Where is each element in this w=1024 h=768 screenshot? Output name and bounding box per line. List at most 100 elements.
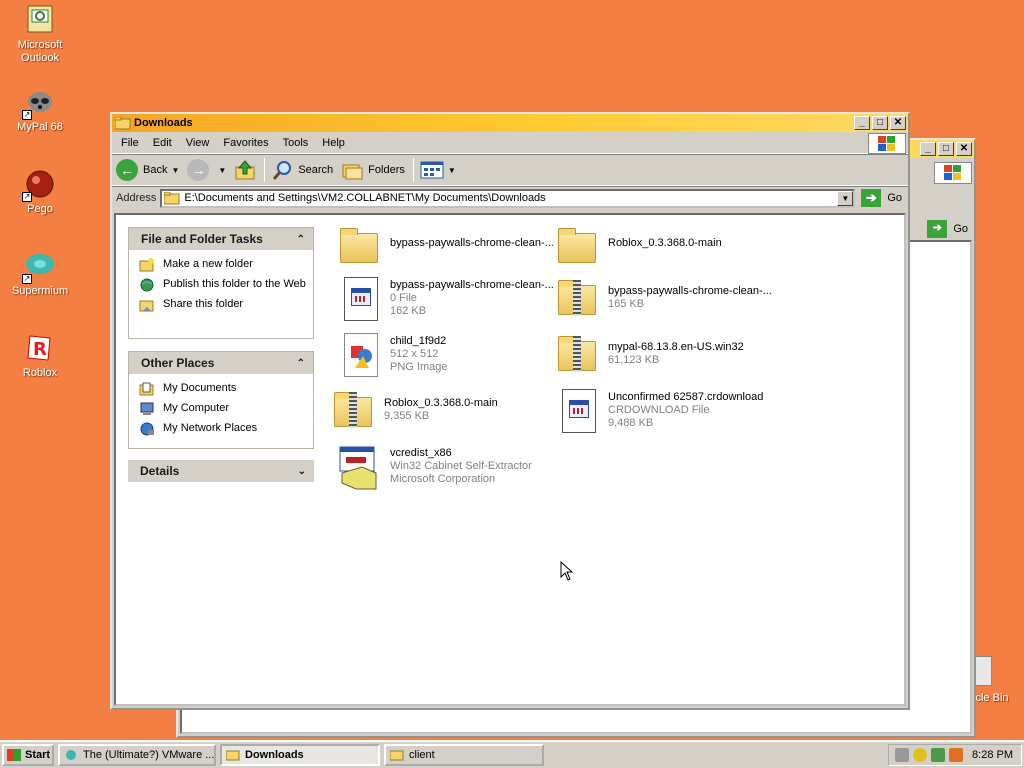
start-button[interactable]: Start [2, 744, 54, 766]
standard-toolbar: ← Back ▼ → ▼ Search Folders ▼ [112, 154, 908, 186]
taskbar-button-client[interactable]: client [384, 744, 544, 766]
desktop-icon-pego[interactable]: ↗ Pego [4, 168, 76, 216]
make-new-folder-link[interactable]: Make a new folder [139, 258, 307, 272]
zip-folder-icon [554, 275, 602, 323]
network-places-icon [140, 422, 154, 436]
file-item[interactable]: Roblox_0.3.368.0-main 9,355 KB [330, 387, 550, 435]
mouse-cursor-icon [560, 561, 574, 581]
png-image-icon [336, 331, 384, 379]
my-computer-icon [140, 402, 154, 415]
address-input[interactable]: E:\Documents and Settings\VM2.COLLABNET\… [160, 188, 856, 208]
search-tray-icon[interactable] [949, 748, 963, 762]
folder-icon [390, 750, 404, 761]
browser-icon [66, 750, 76, 760]
address-dropdown-button[interactable]: ▼ [837, 190, 854, 206]
file-item[interactable]: vcredist_x86 Win32 Cabinet Self-Extracto… [336, 443, 556, 491]
outlook-icon [24, 4, 56, 36]
file-item[interactable]: bypass-paywalls-chrome-clean-... 0 File … [336, 275, 556, 323]
window-titlebar[interactable]: Downloads _ □ ✕ [112, 114, 908, 132]
shortcut-arrow-icon: ↗ [22, 192, 32, 202]
publish-folder-link[interactable]: Publish this folder to the Web [139, 278, 307, 292]
forward-button[interactable]: → ▼ [187, 159, 226, 181]
folders-button[interactable]: Folders [341, 159, 405, 181]
maximize-button[interactable]: □ [872, 116, 888, 130]
desktop-icon-roblox[interactable]: R Roblox [4, 332, 76, 380]
collapse-icon[interactable]: ⌃ [297, 234, 305, 245]
pego-icon: ↗ [22, 168, 56, 202]
my-computer-link[interactable]: My Computer [139, 402, 307, 416]
address-bar: Address E:\Documents and Settings\VM2.CO… [112, 186, 908, 209]
file-item[interactable]: bypass-paywalls-chrome-clean-... [336, 223, 556, 271]
minimize-button[interactable]: _ [920, 142, 936, 156]
close-button[interactable]: ✕ [890, 116, 906, 130]
search-icon [273, 161, 292, 180]
window-title: Downloads [134, 117, 193, 129]
my-documents-link[interactable]: My Documents [139, 382, 307, 396]
desktop-icon-outlook[interactable]: Microsoft Outlook [4, 4, 76, 65]
file-item[interactable]: Roblox_0.3.368.0-main [554, 223, 774, 271]
menu-bar: File Edit View Favorites Tools Help [112, 132, 908, 154]
folder-icon [554, 223, 602, 271]
svg-text:R: R [33, 339, 47, 360]
chevron-down-icon[interactable]: ▼ [218, 166, 226, 175]
taskbar-button-downloads[interactable]: Downloads [220, 744, 380, 766]
chevron-down-icon[interactable]: ▼ [448, 166, 456, 175]
desktop-icon-label: Microsoft Outlook [17, 39, 63, 64]
system-tray: 8:28 PM [888, 744, 1022, 766]
go-button[interactable]: ➔ Go [861, 189, 902, 207]
pane-header[interactable]: Details ⌄ [128, 460, 314, 482]
menu-tools[interactable]: Tools [276, 135, 316, 151]
close-button[interactable]: ✕ [956, 142, 972, 156]
menu-file[interactable]: File [114, 135, 146, 151]
up-folder-icon [235, 160, 255, 180]
minimize-button[interactable]: _ [854, 116, 870, 130]
collapse-icon[interactable]: ⌃ [297, 358, 305, 369]
share-folder-link[interactable]: Share this folder [139, 298, 307, 312]
expand-icon[interactable]: ⌄ [298, 466, 306, 477]
views-button[interactable]: ▼ [420, 160, 456, 180]
pane-header[interactable]: Other Places ⌃ [129, 352, 313, 374]
address-label: Address [116, 192, 157, 204]
application-file-icon [554, 387, 602, 435]
back-button[interactable]: ← Back ▼ [116, 159, 179, 181]
my-network-places-link[interactable]: My Network Places [139, 422, 307, 436]
network-icon[interactable] [931, 748, 945, 762]
application-file-icon [336, 275, 384, 323]
file-item[interactable]: child_1f9d2 512 x 512 PNG Image [336, 331, 556, 379]
search-button[interactable]: Search [271, 159, 333, 181]
windows-flag-icon [7, 749, 21, 761]
up-folder-button[interactable] [234, 159, 256, 181]
menu-view[interactable]: View [179, 135, 217, 151]
new-folder-icon [139, 258, 154, 272]
file-item[interactable]: Unconfirmed 62587.crdownload CRDOWNLOAD … [554, 387, 774, 435]
go-arrow-icon: ➔ [861, 189, 882, 207]
downloads-window[interactable]: Downloads _ □ ✕ File Edit View Favorites… [110, 112, 910, 710]
pane-header[interactable]: File and Folder Tasks ⌃ [129, 228, 313, 250]
menu-favorites[interactable]: Favorites [216, 135, 275, 151]
folder-icon [226, 750, 240, 761]
taskbar: Start The (Ultimate?) VMware ... Downloa… [0, 740, 1024, 768]
back-arrow-icon: ← [116, 159, 138, 181]
file-item[interactable]: mypal-68.13.8.en-US.win32 61,123 KB [554, 331, 774, 379]
desktop-icon-mypal[interactable]: ↗ MyPal 68 [4, 86, 76, 134]
taskbar-button-vmware[interactable]: The (Ultimate?) VMware ... [58, 744, 216, 766]
go-button[interactable]: ➔ Go [927, 220, 968, 238]
recycle-bin-icon [974, 656, 992, 686]
maximize-button[interactable]: □ [938, 142, 954, 156]
shortcut-arrow-icon: ↗ [22, 274, 32, 284]
other-places-pane: Other Places ⌃ My Documents My Computer … [128, 351, 314, 449]
file-folder-tasks-pane: File and Folder Tasks ⌃ Make a new folde… [128, 227, 314, 339]
desktop-icon-label: Supermium [11, 285, 69, 297]
details-pane: Details ⌄ [128, 460, 314, 484]
desktop-icon-supermium[interactable]: ↗ Supermium [4, 250, 76, 298]
keyboard-icon[interactable] [895, 748, 909, 762]
zip-folder-icon [330, 387, 378, 435]
menu-help[interactable]: Help [315, 135, 352, 151]
chevron-down-icon[interactable]: ▼ [171, 166, 179, 175]
menu-edit[interactable]: Edit [146, 135, 179, 151]
clock[interactable]: 8:28 PM [972, 749, 1013, 761]
file-item[interactable]: bypass-paywalls-chrome-clean-... 165 KB [554, 275, 774, 323]
desktop-icon-label: Pego [27, 203, 53, 215]
security-shield-icon[interactable] [913, 748, 927, 762]
toolbar-separator [412, 158, 414, 182]
